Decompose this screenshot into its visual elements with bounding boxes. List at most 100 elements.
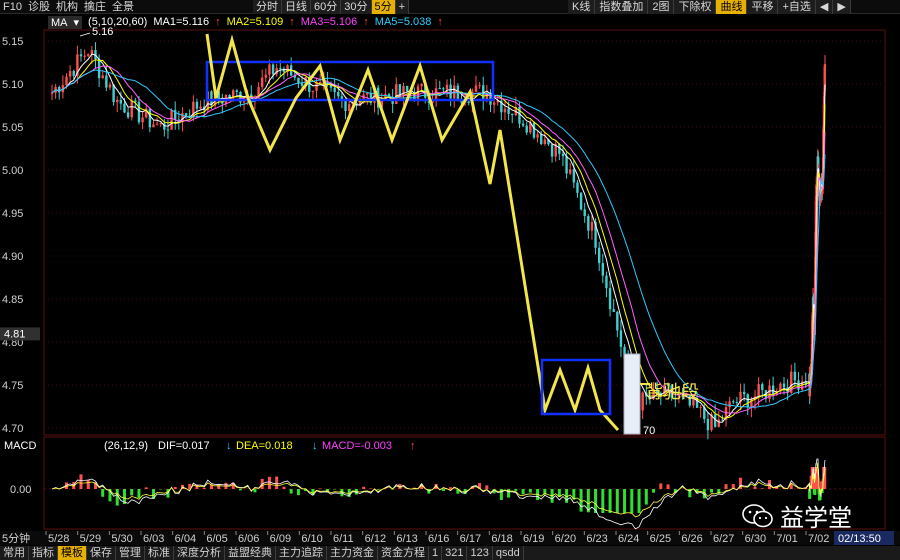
bottom-tab-5[interactable]: 标准 bbox=[145, 546, 174, 560]
macd-histogram-bar bbox=[376, 489, 380, 490]
arrow-down-icon: ↓ bbox=[312, 440, 318, 452]
macd-histogram-bar bbox=[267, 476, 271, 489]
candle-body bbox=[619, 330, 623, 347]
bottom-tab-1[interactable]: 指标 bbox=[29, 546, 58, 560]
bottom-tab-10[interactable]: 资金方程 bbox=[378, 546, 429, 560]
date-tick-label: 6/25 bbox=[650, 533, 671, 545]
bottom-tab-3[interactable]: 保存 bbox=[87, 546, 116, 560]
date-tick-label: 6/23 bbox=[586, 533, 607, 545]
candle-body bbox=[337, 92, 340, 97]
macd-histogram-bar bbox=[623, 489, 627, 513]
macd-histogram-bar bbox=[637, 489, 641, 513]
macd-histogram-bar bbox=[630, 489, 634, 513]
macd-histogram-bar bbox=[666, 484, 670, 489]
macd-histogram-bar bbox=[521, 489, 525, 495]
price-tick-label: 5.10 bbox=[2, 79, 23, 91]
candle-body bbox=[83, 55, 86, 57]
candle-body bbox=[184, 113, 188, 116]
date-tick-label: 6/04 bbox=[175, 533, 196, 545]
candle-body bbox=[565, 156, 568, 174]
date-tick-label: 6/20 bbox=[555, 533, 576, 545]
candle-body bbox=[438, 88, 441, 90]
candle-body bbox=[344, 100, 347, 112]
candle-body bbox=[137, 101, 141, 123]
bottom-tab-11[interactable]: 1 bbox=[429, 546, 443, 560]
macd-histogram-bar bbox=[760, 488, 764, 489]
candle-body bbox=[199, 106, 202, 109]
price-tick-label: 4.85 bbox=[2, 294, 23, 306]
price-panel-frame bbox=[43, 29, 886, 436]
arrow-up-icon: ↑ bbox=[410, 440, 416, 452]
macd-histogram-bar bbox=[79, 474, 83, 489]
macd-histogram-bar bbox=[362, 486, 366, 489]
bottom-tab-bar: 常用 指标 模板 保存 管理 标准 深度分析 益盟经典 主力追踪 主力资金 资金方程 1 321 123 q… bbox=[0, 546, 900, 560]
candle-body bbox=[65, 76, 68, 86]
candle-body bbox=[532, 122, 536, 138]
candle-body bbox=[572, 169, 576, 183]
candle-body bbox=[130, 100, 133, 118]
wechat-icon bbox=[742, 503, 773, 527]
candle-body bbox=[543, 139, 547, 145]
candle-body bbox=[152, 124, 155, 128]
candle-body bbox=[449, 84, 452, 99]
candle-body bbox=[97, 59, 101, 79]
macd-histogram-bar bbox=[101, 489, 105, 497]
bottom-tab-2[interactable]: 模板 bbox=[58, 546, 87, 560]
candle-body bbox=[823, 64, 827, 67]
candle-body bbox=[612, 309, 615, 312]
date-tick-label: 6/26 bbox=[681, 533, 702, 545]
bottom-tab-6[interactable]: 深度分析 bbox=[174, 546, 225, 560]
bottom-tab-12[interactable]: 321 bbox=[442, 546, 468, 560]
date-tick-label: 6/16 bbox=[428, 533, 449, 545]
date-tick-label: 5/30 bbox=[111, 533, 132, 545]
macd-histogram-bar bbox=[507, 489, 511, 498]
candle-body bbox=[793, 371, 797, 381]
macd-histogram-bar bbox=[710, 489, 714, 493]
macd-histogram-bar bbox=[644, 489, 648, 505]
candle-body bbox=[525, 125, 528, 133]
candle-body bbox=[297, 77, 300, 84]
candle-body bbox=[170, 110, 173, 130]
candle-body bbox=[68, 70, 72, 77]
bottom-tab-9[interactable]: 主力资金 bbox=[327, 546, 378, 560]
macd-histogram-bar bbox=[130, 489, 134, 496]
candle-body bbox=[782, 383, 786, 388]
candle-body bbox=[561, 153, 565, 157]
price-tick-label: 4.95 bbox=[2, 208, 23, 220]
macd-histogram-bar bbox=[659, 483, 663, 489]
candle-body bbox=[616, 311, 619, 331]
macd-histogram-bar bbox=[289, 489, 293, 494]
macd-histogram-bar bbox=[813, 489, 817, 496]
ma2-line bbox=[51, 59, 826, 419]
bottom-tab-13[interactable]: 123 bbox=[467, 546, 493, 560]
candle-body bbox=[699, 407, 702, 409]
macd-histogram-bar bbox=[137, 489, 141, 499]
date-tick-label: 6/03 bbox=[143, 533, 164, 545]
watermark: 益学堂 bbox=[742, 498, 852, 533]
bottom-tab-14[interactable]: qsdd bbox=[493, 546, 524, 560]
candle-body bbox=[126, 112, 130, 118]
candle-body bbox=[72, 70, 75, 76]
divergence-marker bbox=[623, 353, 641, 435]
candle-body bbox=[641, 392, 644, 411]
candle-body bbox=[511, 113, 514, 116]
date-tick-label: 5/28 bbox=[48, 533, 69, 545]
date-tick-label: 6/24 bbox=[618, 533, 639, 545]
bottom-tab-8[interactable]: 主力追踪 bbox=[276, 546, 327, 560]
date-tick-label: 6/12 bbox=[365, 533, 386, 545]
macd-histogram-bar bbox=[369, 488, 373, 489]
candle-body bbox=[445, 84, 449, 90]
bottom-tab-0[interactable]: 常用 bbox=[0, 546, 29, 560]
bottom-tab-7[interactable]: 益盟经典 bbox=[225, 546, 276, 560]
macd-histogram-bar bbox=[514, 489, 518, 491]
ma3-line bbox=[51, 65, 826, 414]
candle-body bbox=[474, 85, 478, 92]
candle-body bbox=[540, 134, 543, 145]
bottom-tab-4[interactable]: 管理 bbox=[116, 546, 145, 560]
date-tick-label: 6/30 bbox=[745, 533, 766, 545]
macd-histogram-bar bbox=[753, 486, 757, 489]
candle-body bbox=[797, 380, 800, 390]
candle-body bbox=[746, 394, 749, 408]
price-tick-label: 5.05 bbox=[2, 122, 23, 134]
kline-chart[interactable]: 5.155.105.055.004.954.904.854.804.754.70… bbox=[0, 0, 900, 546]
